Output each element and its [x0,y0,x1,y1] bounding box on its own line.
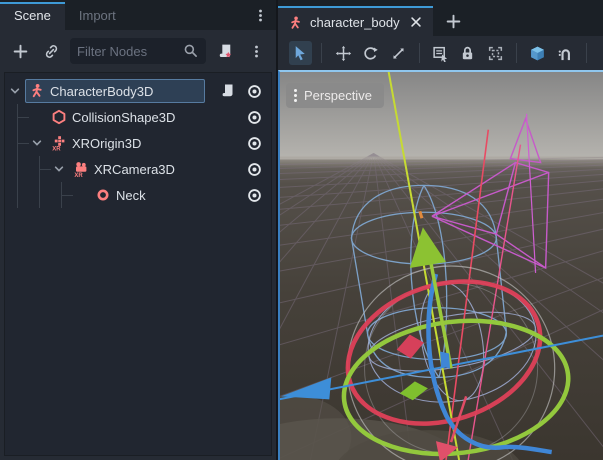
viewport-toolbar [278,36,603,70]
tree-guide [17,156,18,182]
attach-script-button[interactable] [213,39,237,63]
magnet-icon [557,45,574,62]
snap-mode-button[interactable] [554,41,577,65]
instantiate-scene-button[interactable] [39,39,63,63]
lock-selected-button[interactable] [456,41,479,65]
plane-handle-blue[interactable] [440,352,450,369]
tree-node-xrorigin3d[interactable]: XR XROrigin3D [5,130,271,156]
visibility-eye-icon[interactable] [245,82,263,100]
tree-guide [17,117,29,118]
xr-origin-3d-icon: XR [51,135,67,151]
group-selected-button[interactable] [484,41,507,65]
tree-node-xrcamera3d[interactable]: XR XRCamera3D [5,156,271,182]
chevron-down-icon[interactable] [53,163,65,175]
dock-menu-kebab-icon[interactable] [248,3,272,27]
group-icon [487,45,504,62]
select-list-icon [432,45,449,62]
visibility-eye-icon[interactable] [245,160,263,178]
character-body-3d-icon [29,83,45,99]
neck-ring-icon [95,187,111,203]
scene-tree: CharacterBody3D CollisionShape3D XR XROr… [4,72,272,456]
toolbar-separator [516,43,517,63]
svg-text:XR: XR [74,173,83,177]
viewport-3d-canvas[interactable] [280,72,603,460]
chevron-down-icon[interactable] [31,137,43,149]
node-pill[interactable]: Neck [91,183,153,207]
select-mode-button[interactable] [289,41,312,65]
node-pill[interactable]: XR XROrigin3D [47,131,148,155]
view-menu-dots-icon [294,89,297,102]
visibility-eye-icon[interactable] [245,134,263,152]
node-label: Neck [116,188,146,203]
xr-camera-3d-icon: XR [73,161,89,177]
filter-nodes-box [70,38,206,64]
new-scene-tab-button[interactable] [441,8,467,34]
node-pill[interactable]: CharacterBody3D [25,79,205,103]
tab-scene[interactable]: Scene [0,2,65,30]
scale-mode-button[interactable] [386,41,409,65]
tab-import[interactable]: Import [65,2,130,30]
collision-shape-3d-icon [51,109,67,125]
move-mode-button[interactable] [331,41,354,65]
tree-guide [39,182,40,208]
scene-dock: Scene Import CharacterBody3D CollisionSh [0,0,278,460]
viewport-3d[interactable]: Perspective [278,70,603,460]
local-space-button[interactable] [526,41,549,65]
visibility-eye-icon[interactable] [245,108,263,126]
scene-tree-wrap: CharacterBody3D CollisionShape3D XR XROr… [0,72,276,460]
rotate-mode-button[interactable] [359,41,382,65]
search-icon [183,43,199,59]
tree-guide [61,195,73,196]
node-label: XRCamera3D [94,162,175,177]
list-select-button[interactable] [429,41,452,65]
lock-icon [459,45,476,62]
view-menu-label: Perspective [304,88,372,103]
scene-tree-options-button[interactable] [244,39,268,63]
character-body-3d-icon [288,15,303,30]
svg-text:XR: XR [52,147,61,151]
godot-editor-window: Scene Import CharacterBody3D CollisionSh [0,0,603,460]
rotate-icon [362,45,379,62]
scale-icon [390,45,407,62]
scene-toolbar [0,30,276,72]
scene-tab-bar: character_body [278,0,603,36]
main-editor-area: character_body [278,0,603,460]
node-label: CollisionShape3D [72,110,175,125]
toolbar-separator [586,43,587,63]
scene-tab-label: character_body [310,15,400,30]
perspective-view-menu[interactable]: Perspective [286,83,384,108]
select-arrow-icon [292,45,309,62]
scene-tab-character-body[interactable]: character_body [278,6,433,36]
visibility-eye-icon[interactable] [245,186,263,204]
tree-node-characterbody3d[interactable]: CharacterBody3D [5,78,271,104]
dock-tab-bar: Scene Import [0,0,276,30]
node-label: CharacterBody3D [50,84,153,99]
toolbar-separator [321,43,322,63]
horizon-haze [280,157,603,169]
cube-icon [529,45,546,62]
toolbar-separator [419,43,420,63]
tree-guide [39,169,51,170]
tree-node-collisionshape3d[interactable]: CollisionShape3D [5,104,271,130]
node-pill[interactable]: XR XRCamera3D [69,157,182,181]
close-icon[interactable] [409,15,423,29]
tree-guide [17,143,29,144]
node-pill[interactable]: CollisionShape3D [47,105,182,129]
add-node-button[interactable] [8,39,32,63]
move-icon [335,45,352,62]
tree-guide [17,182,18,208]
chevron-down-icon[interactable] [9,85,21,97]
script-icon[interactable] [219,82,237,100]
tree-node-neck[interactable]: Neck [5,182,271,208]
node-label: XROrigin3D [72,136,141,151]
filter-nodes-input[interactable] [77,44,179,59]
